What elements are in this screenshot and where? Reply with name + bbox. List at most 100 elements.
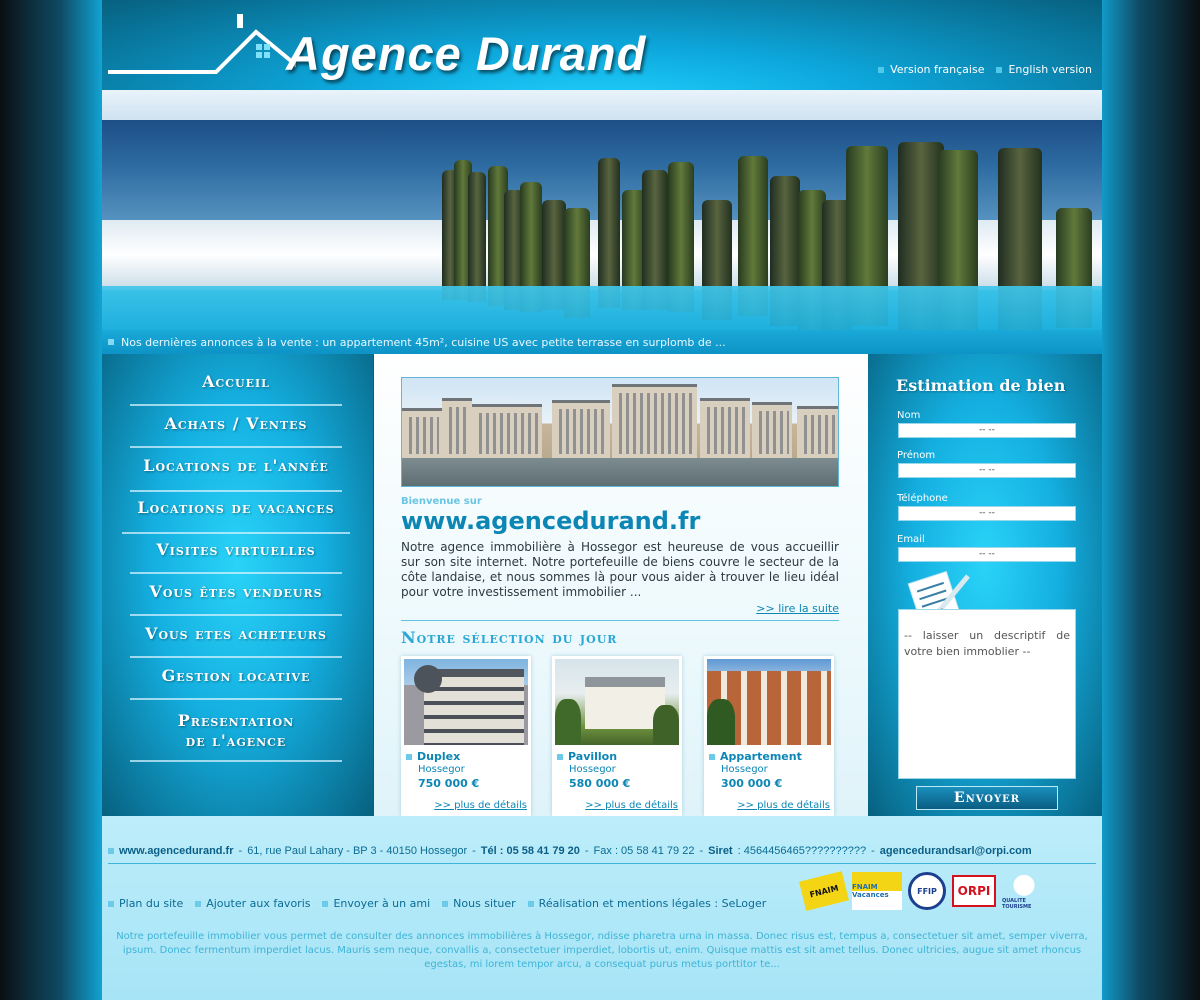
footer-separator: - <box>584 845 589 857</box>
property-details-link[interactable]: >> plus de détails <box>737 800 830 811</box>
selection-heading: Notre sélection du jour <box>401 628 618 647</box>
bullet-icon <box>527 900 534 907</box>
footer-fax: Fax : 05 58 41 79 22 <box>593 845 695 857</box>
language-switcher: Version française English version <box>878 63 1092 76</box>
property-photo-pavillon <box>555 659 679 745</box>
nav-item-accueil[interactable]: Accueil <box>130 372 342 406</box>
description-textarea[interactable]: -- laisser un descriptif de votre bien i… <box>898 609 1076 779</box>
property-type-label: Appartement <box>720 750 802 763</box>
lang-fr-link[interactable]: Version française <box>878 63 984 76</box>
nav-item-presentation-agence[interactable]: Presentation de l'agence <box>130 708 342 762</box>
news-ticker[interactable]: Nos dernières annonces à la vente : un a… <box>102 330 1102 354</box>
footer-tel: Tél : 05 58 41 79 20 <box>480 845 580 857</box>
ticker-text: Nos dernières annonces à la vente : un a… <box>121 335 726 349</box>
building <box>700 398 750 458</box>
footer-link-label: Envoyer à un ami <box>333 897 431 910</box>
bullet-icon <box>108 848 114 854</box>
property-card-duplex[interactable]: Duplex Hossegor 750 000 € >> plus de dét… <box>401 656 531 816</box>
footer-link-mentions[interactable]: Réalisation et mentions légales : SeLoge… <box>527 897 767 910</box>
bullet-icon <box>322 900 329 907</box>
footer-separator: - <box>871 845 875 857</box>
email-label: Email <box>897 534 925 545</box>
bullet-icon <box>709 753 715 760</box>
paris-buildings-photo <box>401 377 839 487</box>
header: Agence Durand Version française English … <box>102 0 1102 90</box>
property-details-link[interactable]: >> plus de détails <box>434 800 527 811</box>
ffip-badge-icon[interactable]: FFIP <box>908 872 946 910</box>
bullet-icon <box>878 66 885 73</box>
property-details-link[interactable]: >> plus de détails <box>585 800 678 811</box>
property-price: 750 000 € <box>418 777 480 790</box>
footer-siret-value: : 4564456465?????????? <box>737 845 867 857</box>
tree <box>653 705 679 745</box>
nav-item-presentation-line2: de l'agence <box>185 731 287 750</box>
tree <box>707 699 735 745</box>
bullet-icon <box>996 66 1003 73</box>
footer-site-url[interactable]: www.agencedurand.fr <box>119 845 234 857</box>
fnaim-badge-icon[interactable]: FNAIM <box>799 871 849 911</box>
property-photo-appartement <box>707 659 831 745</box>
bullet-icon <box>557 753 563 760</box>
building <box>472 404 542 458</box>
submit-button[interactable]: Envoyer <box>916 786 1058 810</box>
footer: www.agencedurand.fr - 61, rue Paul Lahar… <box>102 816 1102 1000</box>
footer-email[interactable]: agencedurandsarl@orpi.com <box>880 845 1032 857</box>
nav-item-locations-vacances[interactable]: Locations de vacances <box>122 498 350 534</box>
footer-link-favoris[interactable]: Ajouter aux favoris <box>195 897 310 910</box>
footer-separator: - <box>699 845 704 857</box>
prenom-input[interactable]: -- -- <box>898 463 1076 478</box>
footer-link-label: Nous situer <box>453 897 516 910</box>
footer-link-label: Ajouter aux favoris <box>206 897 311 910</box>
nom-label: Nom <box>897 410 921 421</box>
house-logo-icon <box>108 14 296 74</box>
footer-link-plan[interactable]: Plan du site <box>108 897 183 910</box>
footer-siret-label: Siret <box>708 845 733 857</box>
welcome-site-url: www.agencedurand.fr <box>401 507 701 535</box>
building <box>612 384 697 458</box>
bullet-icon <box>195 900 202 907</box>
banner-fade <box>102 286 1102 330</box>
footer-link-situer[interactable]: Nous situer <box>442 897 516 910</box>
page: Agence Durand Version française English … <box>102 0 1102 1000</box>
building <box>402 408 442 458</box>
building <box>752 402 792 458</box>
nav-item-visites-virtuelles[interactable]: Visites virtuelles <box>130 540 342 574</box>
property-city: Hossegor <box>721 764 768 775</box>
nav-item-gestion-locative[interactable]: Gestion locative <box>130 666 342 700</box>
footer-contact-line: www.agencedurand.fr - 61, rue Paul Lahar… <box>108 845 1032 857</box>
property-type: Appartement <box>709 750 802 763</box>
prenom-label: Prénom <box>897 450 936 461</box>
qualite-tourisme-badge-icon[interactable]: QUALITE TOURISME <box>1002 872 1046 910</box>
email-input[interactable]: -- -- <box>898 547 1076 562</box>
bullet-icon <box>108 339 114 345</box>
footer-link-label: Réalisation et mentions légales : SeLoge… <box>538 897 767 910</box>
telephone-input[interactable]: -- -- <box>898 506 1076 521</box>
main-navigation: Accueil Achats / Ventes Locations de l'a… <box>102 354 374 816</box>
nav-item-acheteurs[interactable]: Vous etes acheteurs <box>130 624 342 658</box>
read-more-link[interactable]: >> lire la suite <box>756 602 839 615</box>
welcome-label: Bienvenue sur <box>401 496 482 507</box>
property-card-appartement[interactable]: Appartement Hossegor 300 000 € >> plus d… <box>704 656 834 816</box>
orpi-badge-icon[interactable]: ORPI <box>952 875 996 907</box>
wooden-post <box>468 172 486 302</box>
divider <box>401 620 839 621</box>
bullet-icon <box>442 900 449 907</box>
nav-item-achats-ventes[interactable]: Achats / Ventes <box>130 414 342 448</box>
site-logo-text[interactable]: Agence Durand <box>286 26 646 81</box>
lang-en-link[interactable]: English version <box>996 63 1092 76</box>
welcome-paragraph: Notre agence immobilière à Hossegor est … <box>401 540 839 599</box>
footer-link-ami[interactable]: Envoyer à un ami <box>322 897 430 910</box>
banner-image-sea-posts <box>102 90 1102 330</box>
footer-link-label: Plan du site <box>119 897 184 910</box>
form-title: Estimation de bien <box>896 376 1066 395</box>
nom-input[interactable]: -- -- <box>898 423 1076 438</box>
property-photo-duplex <box>404 659 528 745</box>
property-card-pavillon[interactable]: Pavillon Hossegor 580 000 € >> plus de d… <box>552 656 682 816</box>
footer-divider <box>108 863 1096 864</box>
fnaim-vacances-badge-icon[interactable]: FNAIM Vacances <box>852 872 902 910</box>
footer-separator: - <box>472 845 476 857</box>
lang-fr-label: Version française <box>890 63 985 76</box>
building <box>552 400 610 458</box>
nav-item-locations-annee[interactable]: Locations de l'année <box>130 456 342 492</box>
nav-item-vendeurs[interactable]: Vous êtes vendeurs <box>130 582 342 616</box>
